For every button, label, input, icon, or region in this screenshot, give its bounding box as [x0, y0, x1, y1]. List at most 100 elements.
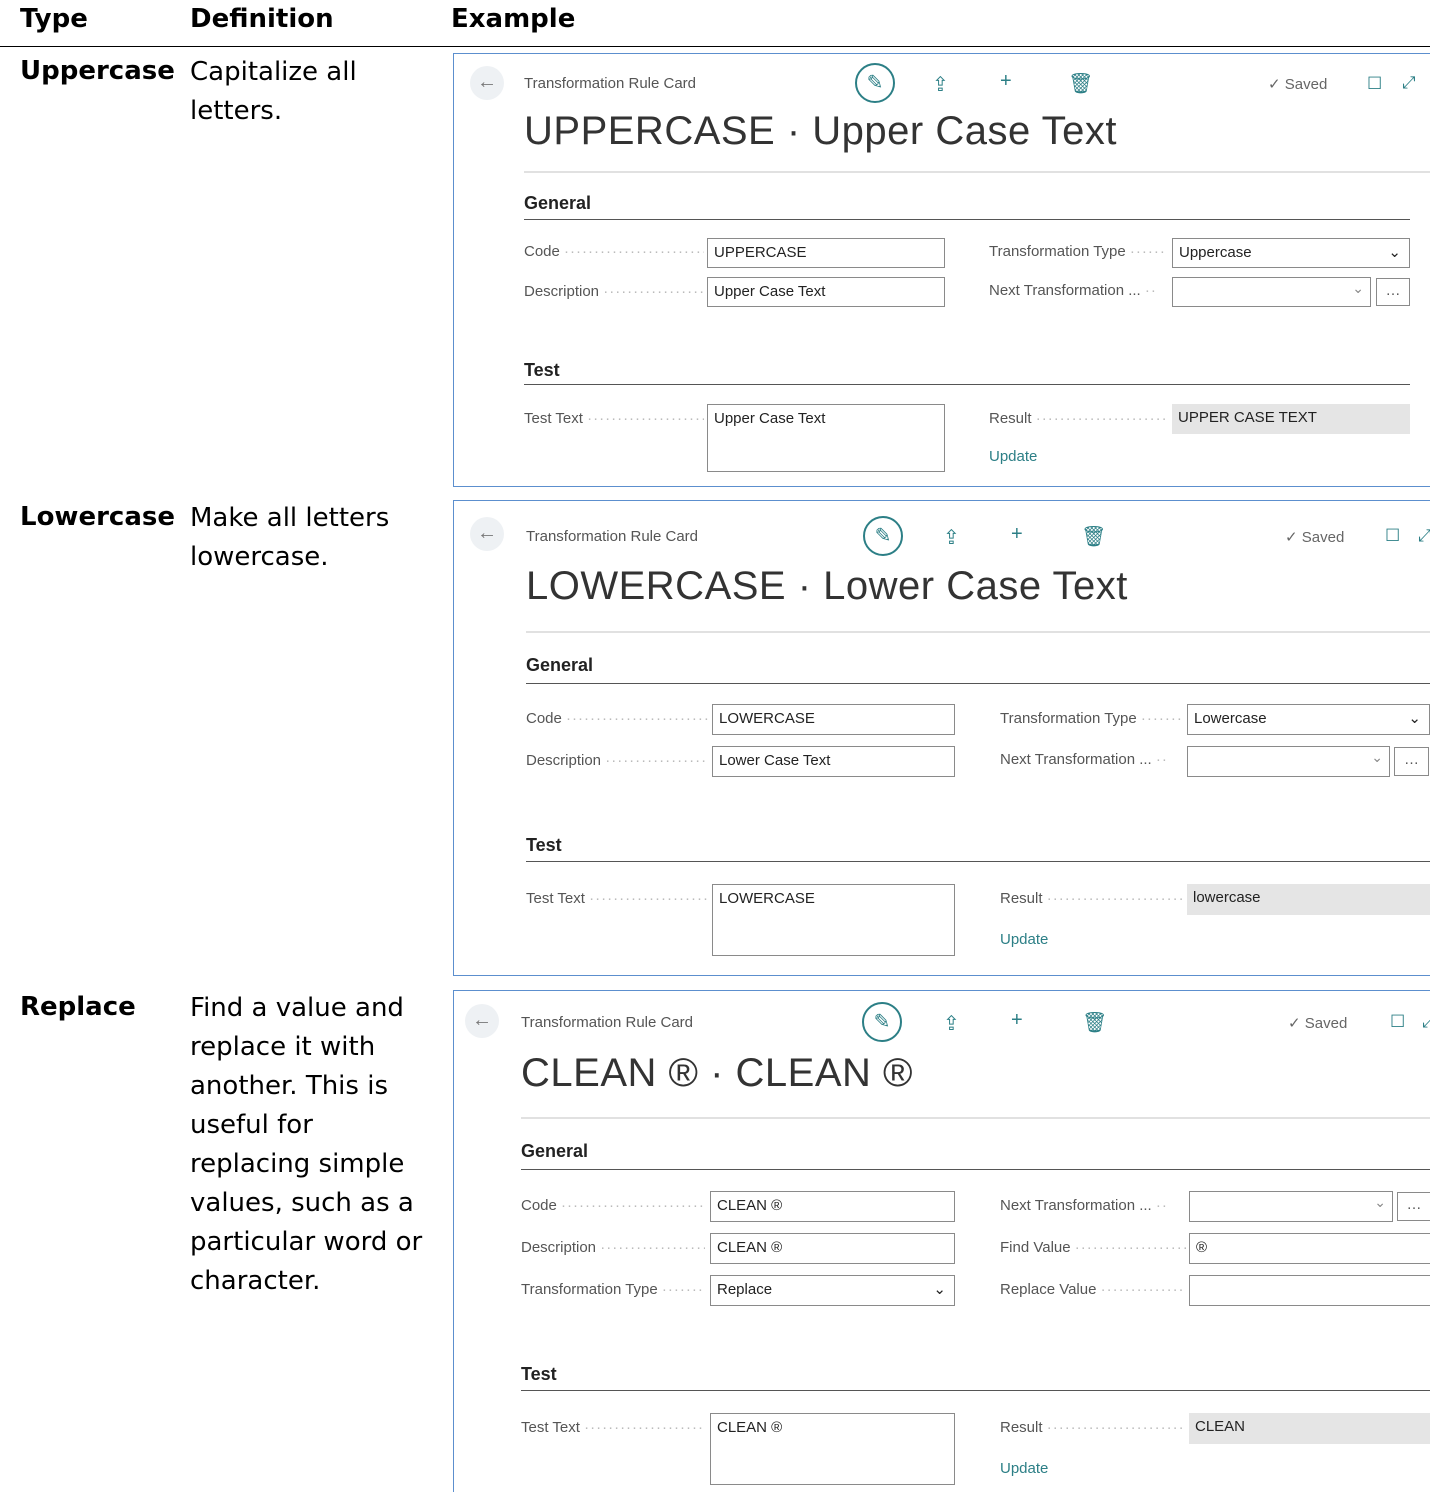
chevron-down-icon: ⌄	[1371, 749, 1383, 765]
code-field[interactable]: LOWERCASE	[712, 704, 955, 735]
find-value-field[interactable]: ®	[1189, 1233, 1430, 1264]
test-rule	[526, 861, 1430, 862]
general-rule	[524, 219, 1410, 220]
update-link[interactable]: Update	[989, 448, 1037, 465]
title-rule	[526, 631, 1430, 633]
test-rule	[524, 384, 1410, 385]
transformation-type-label: Transformation Type ·······	[989, 243, 1167, 260]
transformation-type-label: Transformation Type ·······	[1000, 710, 1183, 727]
chevron-down-icon: ⌄	[1374, 1194, 1386, 1210]
delete-trash-icon[interactable]: 🗑	[1081, 524, 1106, 549]
delete-trash-icon[interactable]: 🗑	[1068, 71, 1093, 96]
breadcrumb: Transformation Rule Card	[526, 528, 699, 545]
test-text-area[interactable]: LOWERCASE	[712, 884, 955, 956]
back-arrow-icon[interactable]: ←	[470, 517, 504, 551]
next-transformation-label: Next Transformation ... ··	[1000, 751, 1168, 768]
test-text-area[interactable]: Upper Case Text	[707, 404, 945, 472]
test-text-area[interactable]: CLEAN ®	[710, 1413, 955, 1485]
header-definition: Definition	[190, 4, 334, 34]
section-general[interactable]: General	[521, 1141, 588, 1162]
saved-status: ✓ Saved	[1268, 76, 1328, 93]
find-value-label: Find Value ························	[1000, 1239, 1186, 1256]
chevron-down-icon: ⌄	[933, 1281, 946, 1298]
edit-pencil-icon[interactable]: ✎	[855, 63, 895, 103]
description-label: Description ··················	[521, 1239, 705, 1256]
result-label: Result ····························	[1000, 890, 1186, 907]
saved-status: ✓ Saved	[1285, 529, 1345, 546]
general-rule	[521, 1169, 1430, 1170]
result-value: lowercase	[1187, 884, 1430, 915]
transformation-rule-card-replace: ← Transformation Rule Card ✎ ⇪ + 🗑 ✓ Sav…	[453, 990, 1430, 1492]
open-new-window-icon[interactable]: ☐	[1367, 74, 1382, 94]
code-label: Code ··························	[524, 243, 704, 260]
share-icon[interactable]: ⇪	[932, 72, 949, 97]
saved-status: ✓ Saved	[1288, 1015, 1348, 1032]
replace-value-field[interactable]	[1189, 1275, 1430, 1306]
chevron-down-icon: ⌄	[1352, 280, 1364, 296]
breadcrumb: Transformation Rule Card	[521, 1014, 694, 1031]
next-transformation-label: Next Transformation ... ··	[1000, 1197, 1168, 1214]
back-arrow-icon[interactable]: ←	[470, 66, 504, 100]
share-icon[interactable]: ⇪	[943, 1011, 960, 1036]
type-lowercase: Lowercase	[20, 502, 175, 532]
share-icon[interactable]: ⇪	[943, 525, 960, 550]
type-replace: Replace	[20, 992, 136, 1022]
chevron-down-icon: ⌄	[1408, 710, 1421, 727]
page-title: UPPERCASE · Upper Case Text	[524, 109, 1117, 153]
general-rule	[526, 683, 1430, 684]
description-field[interactable]: Lower Case Text	[712, 746, 955, 777]
title-rule	[521, 1117, 1430, 1119]
section-test[interactable]: Test	[521, 1364, 557, 1385]
code-label: Code ··························	[521, 1197, 705, 1214]
chevron-down-icon: ⌄	[1388, 244, 1401, 261]
section-test[interactable]: Test	[526, 835, 562, 856]
header-type: Type	[20, 4, 88, 34]
expand-icon[interactable]: ⤢	[1402, 73, 1416, 93]
description-field[interactable]: Upper Case Text	[707, 277, 945, 307]
next-transformation-lookup[interactable]: ⌄	[1172, 277, 1371, 307]
section-general[interactable]: General	[524, 193, 591, 214]
open-new-window-icon[interactable]: ☐	[1390, 1012, 1405, 1032]
open-new-window-icon[interactable]: ☐	[1385, 526, 1400, 546]
test-rule	[521, 1390, 1430, 1391]
edit-pencil-icon[interactable]: ✎	[863, 516, 903, 556]
section-general[interactable]: General	[526, 655, 593, 676]
next-transformation-label: Next Transformation ... ··	[989, 282, 1157, 299]
result-label: Result ····························	[1000, 1419, 1186, 1436]
back-arrow-icon[interactable]: ←	[465, 1004, 499, 1038]
update-link[interactable]: Update	[1000, 931, 1048, 948]
header-rule	[0, 46, 1430, 47]
delete-trash-icon[interactable]: 🗑	[1082, 1010, 1107, 1035]
section-test[interactable]: Test	[524, 360, 560, 381]
next-transformation-lookup[interactable]: ⌄	[1189, 1191, 1393, 1222]
test-text-label: Test Text ·····················	[521, 1419, 705, 1436]
description-field[interactable]: CLEAN ®	[710, 1233, 955, 1264]
code-field[interactable]: CLEAN ®	[710, 1191, 955, 1222]
transformation-type-select[interactable]: Lowercase ⌄	[1187, 704, 1430, 735]
new-plus-icon[interactable]: +	[1000, 70, 1012, 93]
next-transformation-lookup[interactable]: ⌄	[1187, 746, 1390, 777]
transformation-type-select[interactable]: Replace ⌄	[710, 1275, 955, 1306]
test-text-label: Test Text ·····················	[526, 890, 708, 907]
definition-uppercase: Capitalize all letters.	[190, 57, 357, 126]
replace-value-label: Replace Value ···················	[1000, 1281, 1186, 1298]
next-transformation-more-button[interactable]: …	[1394, 747, 1429, 776]
next-transformation-more-button[interactable]: …	[1376, 278, 1410, 306]
definition-replace: Find a value and replace it with another…	[190, 993, 423, 1296]
transformation-type-label: Transformation Type ·······	[521, 1281, 704, 1298]
next-transformation-more-button[interactable]: …	[1397, 1192, 1430, 1221]
expand-icon[interactable]: ⤢	[1418, 526, 1430, 546]
expand-icon[interactable]: ⤢	[1422, 1012, 1430, 1032]
description-label: Description ··················	[526, 752, 708, 769]
transformation-type-select[interactable]: Uppercase ⌄	[1172, 238, 1410, 268]
edit-pencil-icon[interactable]: ✎	[862, 1002, 902, 1042]
code-field[interactable]: UPPERCASE	[707, 238, 945, 268]
result-value: UPPER CASE TEXT	[1172, 404, 1410, 434]
type-uppercase: Uppercase	[20, 56, 175, 86]
new-plus-icon[interactable]: +	[1011, 1009, 1023, 1032]
result-label: Result ····························	[989, 410, 1167, 427]
description-label: Description ··················	[524, 283, 704, 300]
new-plus-icon[interactable]: +	[1011, 523, 1023, 546]
update-link[interactable]: Update	[1000, 1460, 1048, 1477]
code-label: Code ··························	[526, 710, 708, 727]
